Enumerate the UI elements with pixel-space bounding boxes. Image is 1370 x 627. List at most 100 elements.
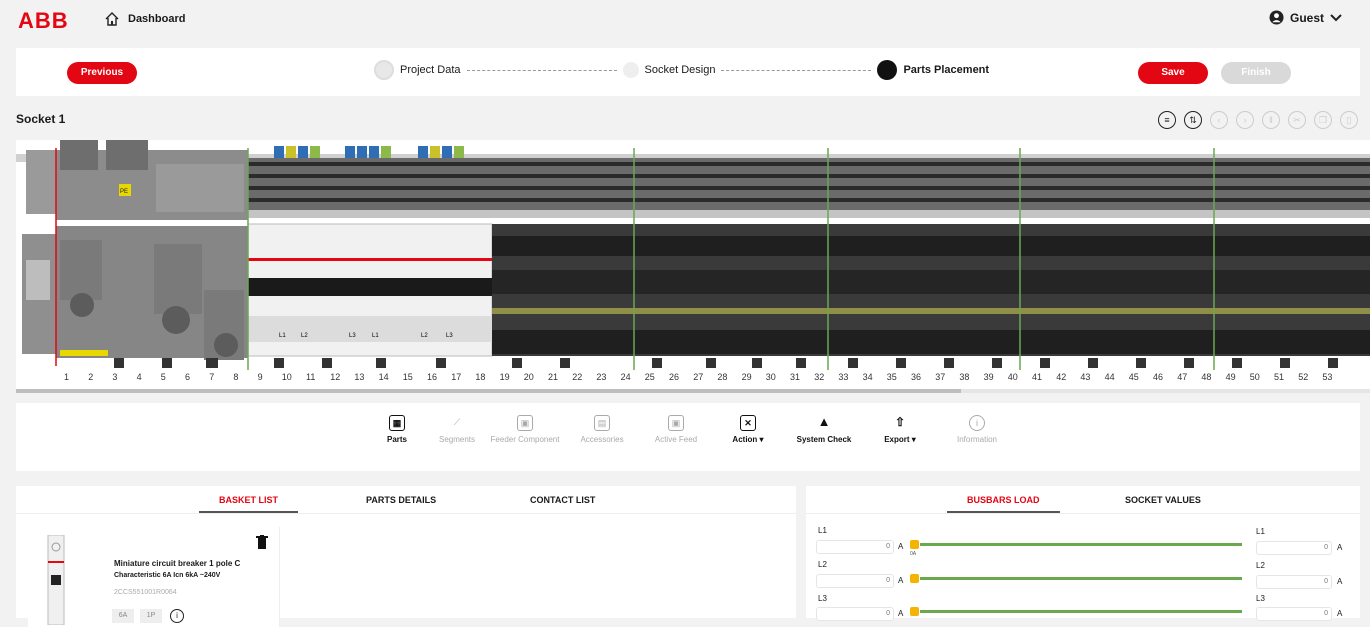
slot-number: 36 (911, 372, 922, 382)
active-feed-icon: ▣ (668, 415, 684, 431)
parts-label: Parts (386, 435, 407, 444)
breaker-label: L1 (372, 333, 379, 339)
busbar-value-field-right[interactable]: 0 (1256, 575, 1332, 589)
load-marker[interactable] (910, 574, 919, 583)
slot-number: 21 (548, 372, 559, 382)
breaker-thumbnail (47, 535, 65, 625)
busbar-value-field-right[interactable]: 0 (1256, 607, 1332, 621)
pause-icon[interactable]: ‖ (1262, 111, 1280, 129)
copy-icon[interactable]: ❐ (1314, 111, 1332, 129)
step-connector (721, 69, 872, 71)
item-tag: 6A (112, 609, 134, 623)
tab-parts-details[interactable]: PARTS DETAILS (366, 495, 436, 505)
slot-number: 27 (693, 372, 704, 382)
slot-number: 30 (765, 372, 776, 382)
active-feed-button[interactable]: ▣ Active Feed (641, 415, 711, 444)
slot-number: 41 (1032, 372, 1043, 382)
socket-title: Socket 1 (16, 112, 66, 126)
tab-basket-list[interactable]: BASKET LIST (198, 495, 299, 513)
slot-number: 12 (330, 372, 341, 382)
cut-icon[interactable]: ✂ (1288, 111, 1306, 129)
export-icon: ⇧ (894, 415, 906, 429)
right-tabs: BUSBARS LOAD SOCKET VALUES (806, 486, 1360, 514)
filter-icon[interactable]: ⇅ (1184, 111, 1202, 129)
step-project-data[interactable]: Project Data (400, 64, 461, 76)
scroll-left-icon[interactable]: ‹ (1210, 111, 1228, 129)
item-tag: 1P (140, 609, 162, 623)
trash-icon[interactable] (256, 535, 268, 549)
system-check-button[interactable]: ▲ System Check (789, 414, 859, 445)
action-dropdown[interactable]: ✕ Action ▾ (713, 415, 783, 444)
parts-placement-icon (877, 60, 898, 80)
tab-socket-values[interactable]: SOCKET VALUES (1125, 495, 1201, 505)
busbar-value-field[interactable]: 0 (816, 574, 894, 588)
slot-number: 40 (1007, 372, 1018, 382)
slot-number: 29 (741, 372, 752, 382)
slot-number: 51 (1274, 372, 1285, 382)
slot-number: 10 (281, 372, 292, 382)
export-label: Export (884, 435, 910, 444)
pe-label: PE (120, 189, 128, 195)
slot-number: 15 (402, 372, 413, 382)
user-menu[interactable]: Guest (1269, 10, 1342, 25)
step-parts-placement[interactable]: Parts Placement (903, 64, 989, 76)
export-dropdown[interactable]: ⇧ Export ▾ (865, 415, 935, 444)
load-marker[interactable] (910, 607, 919, 616)
breaker-label: L2 (301, 333, 308, 339)
slot-number: 42 (1056, 372, 1067, 382)
accessories-label: Accessories (580, 435, 624, 444)
slot-number: 47 (1177, 372, 1188, 382)
left-tabs: BASKET LIST PARTS DETAILS CONTACT LIST (16, 486, 796, 514)
scroll-right-icon[interactable]: › (1236, 111, 1254, 129)
tab-contact-list[interactable]: CONTACT LIST (530, 495, 595, 505)
slot-number: 53 (1322, 372, 1333, 382)
busbar-value-field-right[interactable]: 0 (1256, 541, 1332, 555)
unit-label: A (898, 576, 904, 585)
slot-number: 35 (886, 372, 897, 382)
busbar-value-field[interactable]: 0 (816, 607, 894, 621)
slot-number: 1 (64, 372, 70, 382)
dashboard-link[interactable]: Dashboard (104, 11, 185, 27)
busbar-value-field[interactable]: 0 (816, 540, 894, 554)
abb-logo[interactable]: ABB (18, 8, 69, 34)
accessories-button[interactable]: ▤ Accessories (567, 415, 637, 444)
clipboard-icon[interactable]: ▯ (1340, 111, 1358, 129)
din-rail-view[interactable]: PE L1 L2 L3 L1 L2 L3 (16, 140, 1370, 390)
info-icon[interactable]: i (170, 609, 184, 623)
slot-number: 32 (814, 372, 825, 382)
save-button[interactable]: Save (1138, 62, 1208, 84)
active-feed-label: Active Feed (654, 435, 698, 444)
list-view-icon[interactable]: ≡ (1158, 111, 1176, 129)
previous-button[interactable]: Previous (67, 62, 137, 84)
scrollbar-thumb[interactable] (16, 389, 961, 393)
busbar-label-right: L3 (1256, 594, 1265, 603)
segments-button[interactable]: ⟋ Segments (422, 415, 492, 444)
information-label: Information (956, 435, 998, 444)
slot-number: 31 (790, 372, 801, 382)
info-icon: i (969, 415, 985, 431)
busbar-label-right: L2 (1256, 561, 1265, 570)
warning-icon: ▲ (817, 414, 831, 429)
feeder-component-button[interactable]: ▣ Feeder Component (490, 415, 560, 444)
action-label: Action (732, 435, 758, 444)
unit-label: A (898, 609, 904, 618)
upper-terminal-strip (248, 158, 1370, 218)
busbar-label: L1 (818, 526, 827, 535)
basket-item[interactable]: Miniature circuit breaker 1 pole C Chara… (28, 527, 280, 627)
finish-button[interactable]: Finish (1221, 62, 1291, 84)
slot-number: 3 (112, 372, 118, 382)
tab-busbars-load[interactable]: BUSBARS LOAD (947, 495, 1059, 513)
rail-scrollbar[interactable] (16, 389, 1370, 393)
slot-number: 50 (1249, 372, 1260, 382)
busbar-load-bar (920, 543, 1242, 546)
top-bar: ABB Dashboard Guest (0, 0, 1370, 40)
slot-number: 38 (959, 372, 970, 382)
segments-icon: ⟋ (453, 417, 461, 427)
information-button[interactable]: i Information (942, 415, 1012, 444)
step-socket-design[interactable]: Socket Design (645, 64, 716, 76)
load-marker[interactable] (910, 540, 919, 549)
slot-number: 18 (475, 372, 486, 382)
slot-number: 43 (1080, 372, 1091, 382)
slot-number: 26 (669, 372, 680, 382)
home-icon (105, 12, 119, 26)
